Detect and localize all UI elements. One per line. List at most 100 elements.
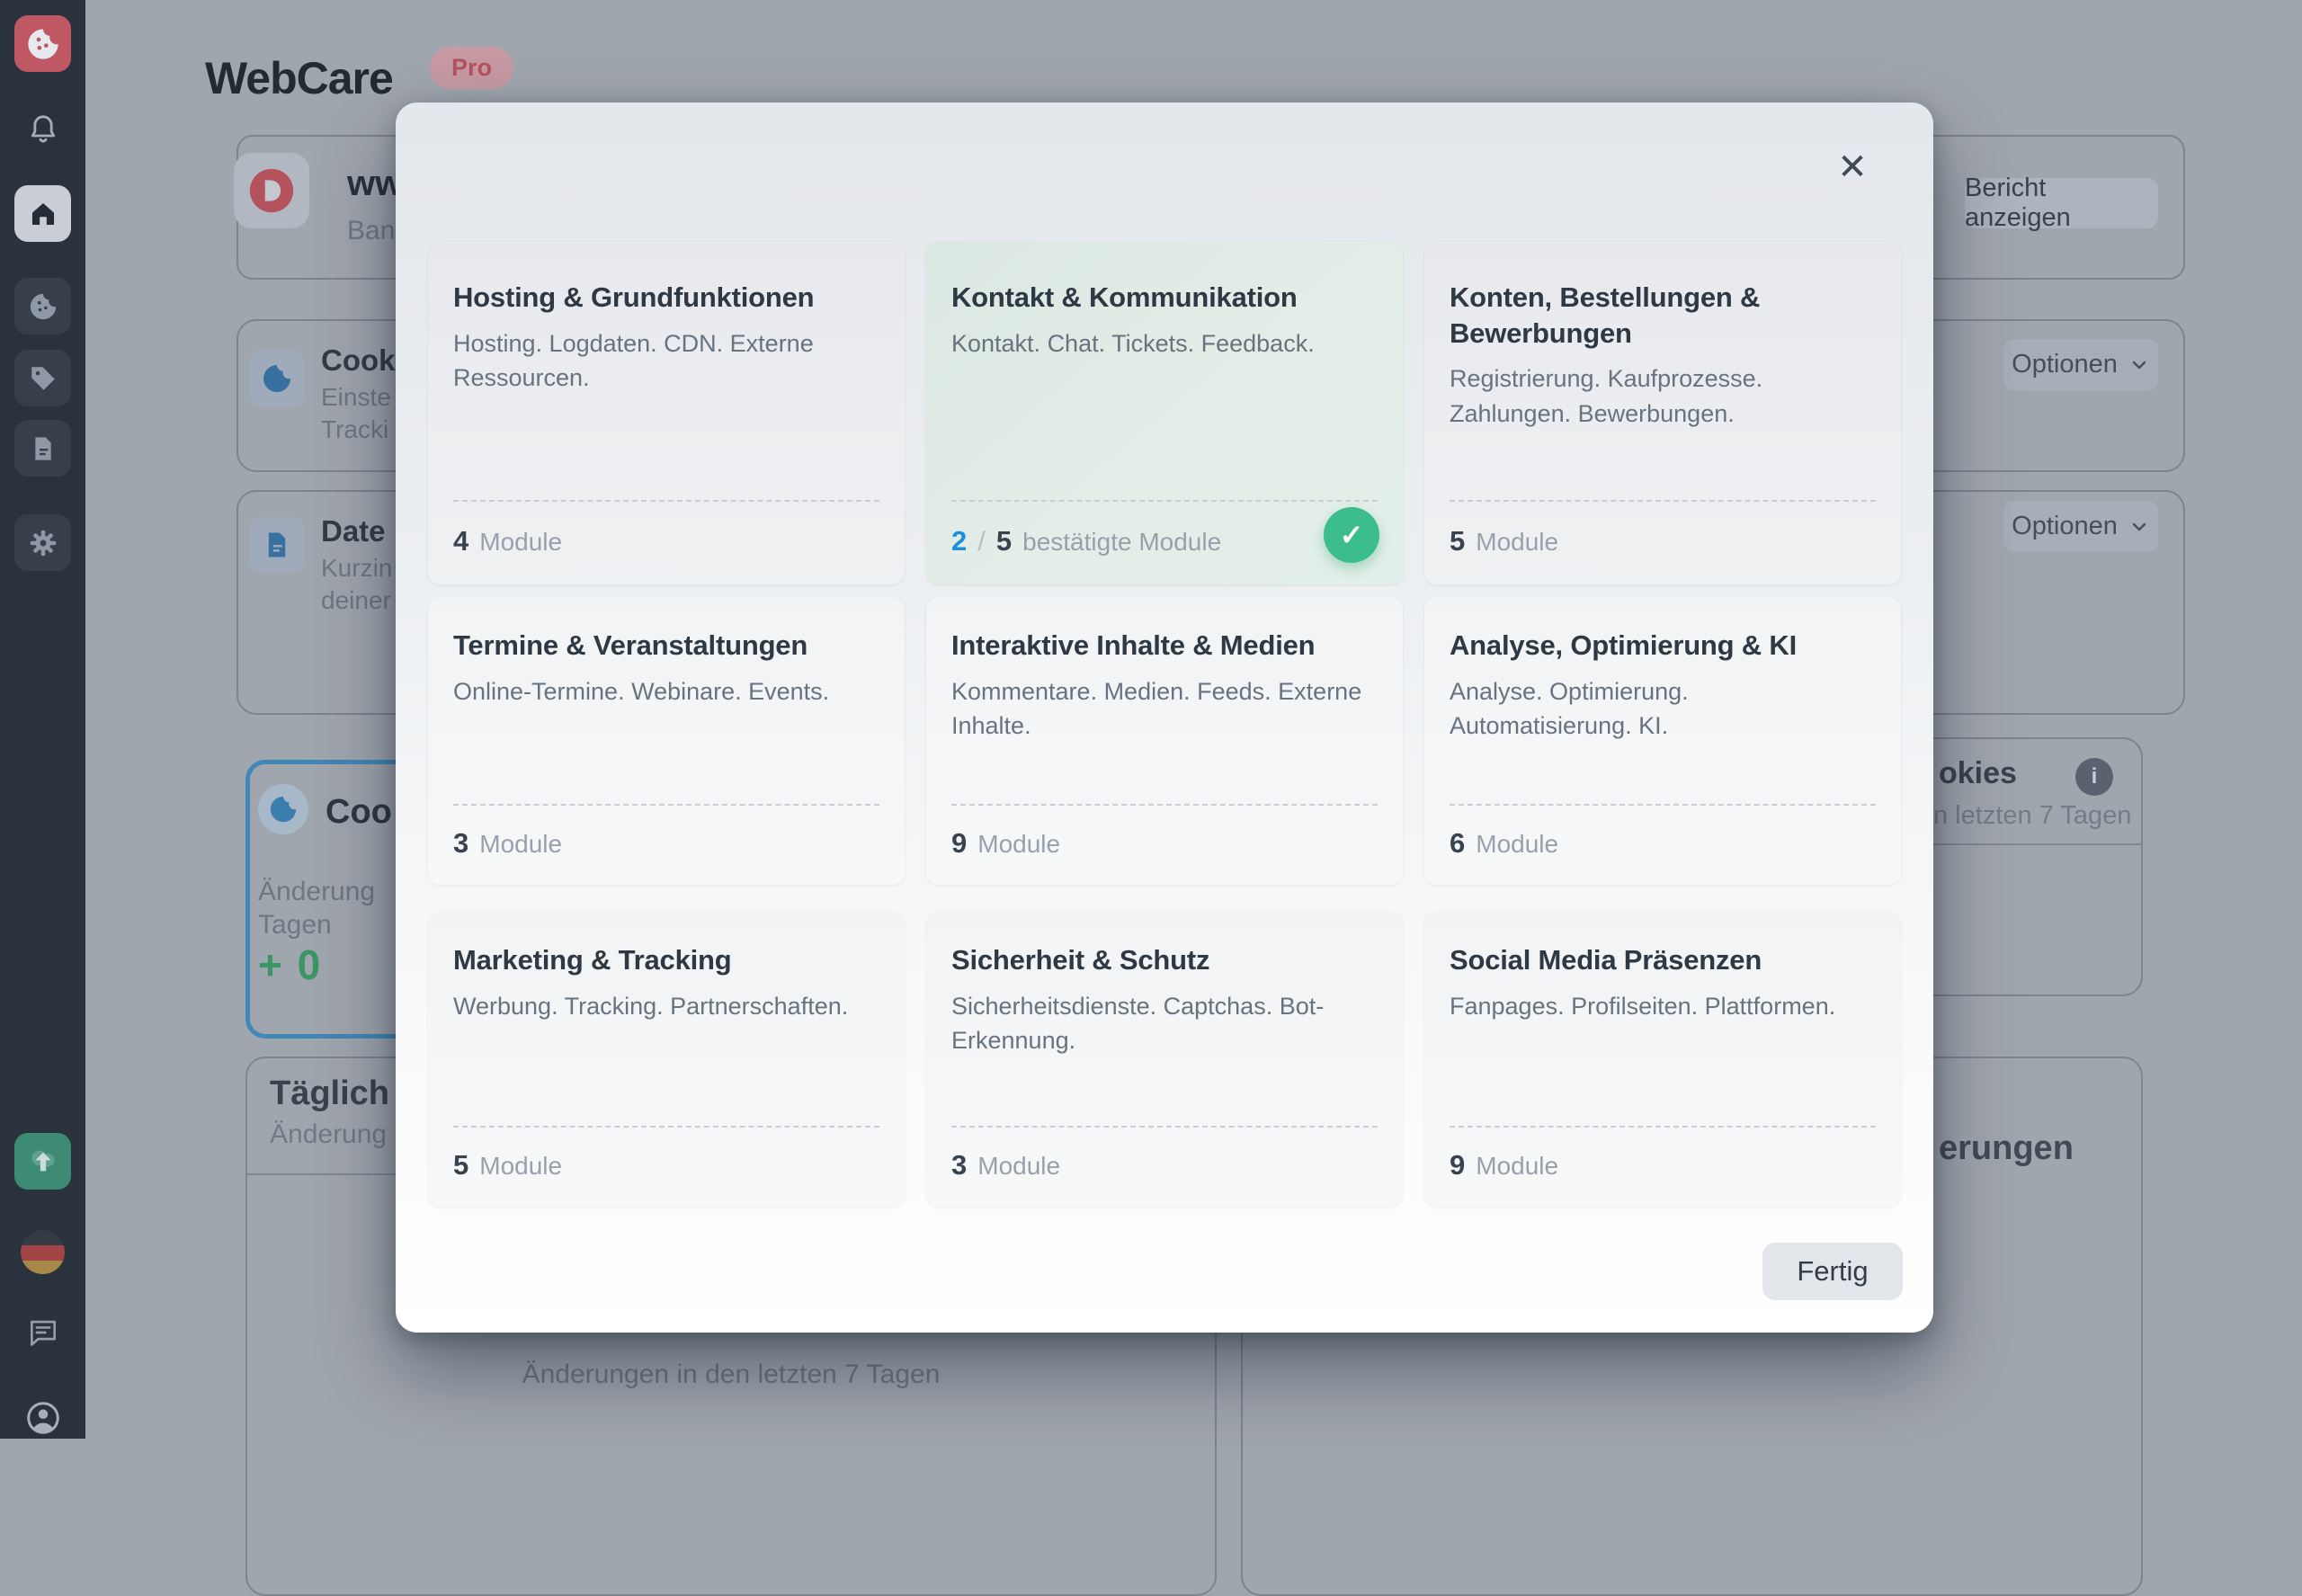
module-count: 9 Module — [951, 827, 1060, 860]
stat-delta-value: + 0 — [258, 941, 322, 989]
cookie-card-line1: Einste — [321, 383, 391, 412]
app-title: WebCare — [205, 52, 393, 104]
category-title: Hosting & Grundfunktionen — [453, 280, 879, 316]
options-button-2[interactable]: Optionen — [2003, 501, 2158, 552]
flag-de-icon[interactable] — [21, 1230, 65, 1274]
category-description: Kontakt. Chat. Tickets. Feedback. — [951, 326, 1378, 361]
category-grid: Hosting & Grundfunktionen Hosting. Logda… — [428, 242, 1901, 1207]
cookie-icon — [258, 784, 308, 834]
category-title: Konten, Bestellungen & Bewerbungen — [1450, 280, 1876, 351]
category-title: Kontakt & Kommunikation — [951, 280, 1378, 316]
category-description: Hosting. Logdaten. CDN. Externe Ressourc… — [453, 326, 879, 396]
privacy-card-line1: Kurzin — [321, 554, 392, 583]
user-icon[interactable] — [14, 1389, 71, 1446]
category-title: Social Media Präsenzen — [1450, 942, 1876, 978]
stat-card-line1: Änderung — [258, 877, 375, 907]
done-button[interactable]: Fertig — [1762, 1243, 1903, 1300]
count-label: Module — [1476, 528, 1558, 557]
sidebar-item-cookies[interactable] — [14, 278, 71, 334]
divider — [453, 1126, 879, 1128]
count-separator: / — [977, 525, 986, 557]
category-card-interaktive[interactable]: Interaktive Inhalte & Medien Kommentare.… — [926, 597, 1403, 885]
document-icon — [249, 517, 305, 573]
count-label: Module — [479, 528, 562, 557]
sidebar-item-documents[interactable] — [14, 420, 71, 477]
module-count: 3 Module — [951, 1149, 1060, 1181]
category-description: Online-Termine. Webinare. Events. — [453, 674, 879, 709]
app-logo-cookie-icon[interactable] — [14, 15, 71, 72]
daily-card-title: Täglich — [270, 1074, 389, 1113]
module-count: 3 Module — [453, 827, 562, 860]
bell-icon[interactable] — [14, 101, 71, 157]
sidebar-item-publish[interactable] — [14, 1133, 71, 1190]
cookie-icon — [249, 351, 305, 406]
category-card-sicherheit[interactable]: Sicherheit & Schutz Sicherheitsdienste. … — [926, 912, 1403, 1207]
close-icon[interactable]: ✕ — [1831, 146, 1874, 189]
cookie-icon — [28, 291, 58, 322]
category-card-kontakt[interactable]: Kontakt & Kommunikation Kontakt. Chat. T… — [926, 242, 1403, 584]
category-card-konten[interactable]: Konten, Bestellungen & Bewerbungen Regis… — [1424, 242, 1901, 584]
category-description: Werbung. Tracking. Partnerschaften. — [453, 989, 879, 1023]
module-count: 5 Module — [1450, 525, 1558, 557]
count-label: Module — [479, 830, 562, 859]
site-logo-icon — [234, 153, 309, 228]
category-description: Fanpages. Profilseiten. Plattformen. — [1450, 989, 1876, 1023]
stat-card-line2: Tagen — [258, 910, 332, 941]
cookie-card-title: Cook — [321, 343, 396, 378]
chart-caption: Änderungen in den letzten 7 Tagen — [245, 1360, 1217, 1390]
pro-badge: Pro — [430, 47, 513, 89]
options-button-1[interactable]: Optionen — [2003, 339, 2158, 390]
category-title: Termine & Veranstaltungen — [453, 628, 879, 664]
count-label: bestätigte Module — [1022, 528, 1221, 557]
divider — [1933, 843, 2141, 845]
category-title: Interaktive Inhalte & Medien — [951, 628, 1378, 664]
count-label: Module — [977, 830, 1060, 859]
cookie-card-line2: Tracki — [321, 415, 388, 444]
total-count-value: 5 — [996, 525, 1012, 557]
divider — [951, 1126, 1378, 1128]
module-count: 4 Module — [453, 525, 562, 557]
count-value: 6 — [1450, 827, 1465, 860]
divider — [1450, 804, 1876, 806]
divider — [951, 500, 1378, 502]
category-card-hosting[interactable]: Hosting & Grundfunktionen Hosting. Logda… — [428, 242, 905, 584]
count-value: 5 — [453, 1149, 468, 1181]
gear-icon — [27, 527, 59, 559]
category-description: Analyse. Optimierung. Automatisierung. K… — [1450, 674, 1876, 744]
upload-cloud-icon — [25, 1144, 61, 1180]
stat-card-title: Coo — [326, 793, 392, 832]
count-value: 3 — [453, 827, 468, 860]
category-title: Analyse, Optimierung & KI — [1450, 628, 1876, 664]
options-button-label: Optionen — [2012, 512, 2118, 541]
chevron-down-icon — [2128, 516, 2150, 538]
module-count: 9 Module — [1450, 1149, 1558, 1181]
category-card-marketing[interactable]: Marketing & Tracking Werbung. Tracking. … — [428, 912, 905, 1207]
category-card-termine[interactable]: Termine & Veranstaltungen Online-Termine… — [428, 597, 905, 885]
count-label: Module — [479, 1152, 562, 1181]
divider — [453, 804, 879, 806]
count-value: 3 — [951, 1149, 967, 1181]
sidebar-item-home[interactable] — [14, 185, 71, 242]
tag-icon — [28, 363, 58, 394]
privacy-card-title: Date — [321, 514, 386, 548]
daily-card-subtitle: Änderung — [270, 1119, 387, 1150]
document-icon — [29, 434, 58, 463]
divider — [1450, 500, 1876, 502]
module-count: 5 Module — [453, 1149, 562, 1181]
module-count: 6 Module — [1450, 827, 1558, 860]
sidebar-item-tags[interactable] — [14, 350, 71, 406]
category-description: Kommentare. Medien. Feeds. Externe Inhal… — [951, 674, 1378, 744]
sidebar-item-settings[interactable] — [14, 514, 71, 571]
module-count: 2 / 5 bestätigte Module — [951, 525, 1221, 557]
changes-panel-title: erungen — [1939, 1129, 2074, 1168]
options-button-label: Optionen — [2012, 350, 2118, 379]
count-value: 9 — [1450, 1149, 1465, 1181]
confirmed-check-icon: ✓ — [1324, 507, 1379, 563]
info-icon[interactable]: i — [2075, 758, 2113, 796]
category-title: Marketing & Tracking — [453, 942, 879, 978]
category-card-social[interactable]: Social Media Präsenzen Fanpages. Profils… — [1424, 912, 1901, 1207]
category-card-analyse[interactable]: Analyse, Optimierung & KI Analyse. Optim… — [1424, 597, 1901, 885]
category-title: Sicherheit & Schutz — [951, 942, 1378, 978]
chat-icon[interactable] — [14, 1304, 71, 1360]
show-report-button[interactable]: Bericht anzeigen — [1965, 178, 2158, 228]
